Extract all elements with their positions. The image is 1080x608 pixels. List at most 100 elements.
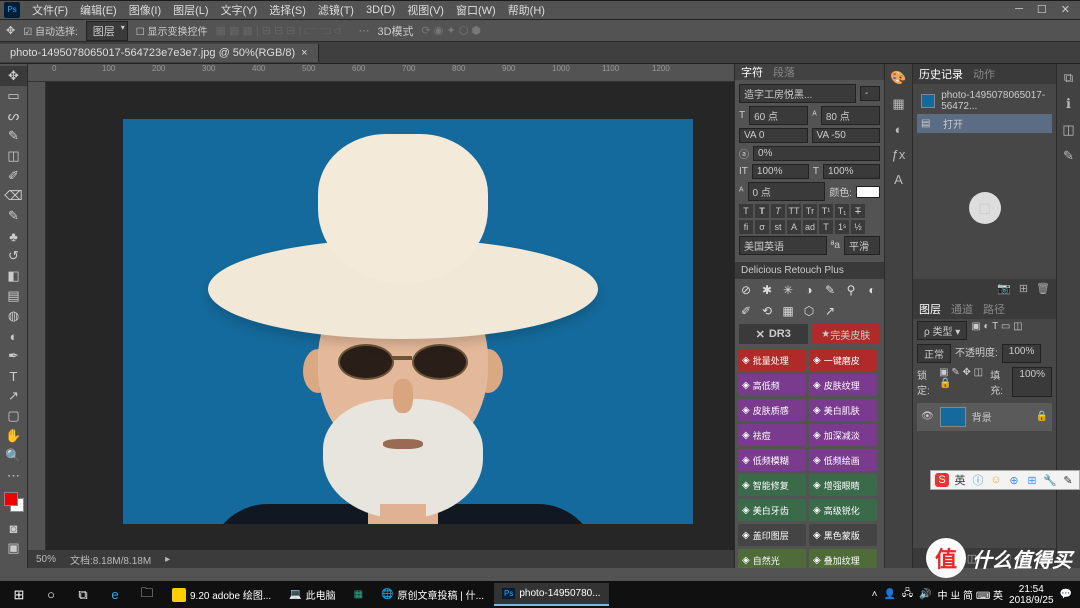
- styles-panel-icon[interactable]: ƒx: [892, 147, 906, 162]
- history-tab[interactable]: 历史记录: [919, 66, 963, 82]
- taskbar-item[interactable]: ▦: [346, 583, 371, 606]
- show-transform-checkbox[interactable]: ☐ 显示变换控件: [136, 23, 208, 38]
- ime-keyboard-icon[interactable]: ⊞: [1025, 473, 1039, 487]
- menu-edit[interactable]: 编辑(E): [74, 2, 123, 18]
- channels-tab[interactable]: 通道: [951, 301, 973, 317]
- delete-icon[interactable]: 🗑: [1036, 282, 1050, 295]
- edit-toolbar-icon[interactable]: ⋯: [0, 466, 27, 486]
- ime-lang-icon[interactable]: 英: [953, 473, 967, 487]
- move-tool[interactable]: ✥: [0, 66, 27, 86]
- taskview-button[interactable]: ⧉: [68, 583, 98, 606]
- dr3-action-button[interactable]: ◈低频绘画: [809, 449, 877, 471]
- tray-ime[interactable]: 中 ㄓ 简 ⌨ 英: [938, 587, 1004, 602]
- foreground-color-preview[interactable]: ◻: [969, 192, 1001, 224]
- layer-row[interactable]: 👁 背景 🔒: [917, 403, 1052, 431]
- dr3-action-button[interactable]: ◈黑色蒙版: [809, 524, 877, 546]
- snapshot-icon[interactable]: 📷: [997, 282, 1011, 295]
- document-tab-close-icon[interactable]: ×: [301, 47, 307, 59]
- quickmask-tool[interactable]: ◙: [0, 518, 27, 538]
- taskbar-item[interactable]: 💻此电脑: [281, 583, 343, 606]
- dr3-action-button[interactable]: ◈智能修复: [738, 474, 806, 496]
- window-minimize-icon[interactable]: ─: [1015, 3, 1023, 16]
- dr3-action-button[interactable]: ◈自然光: [738, 549, 806, 568]
- dr3-icon[interactable]: ✱: [760, 283, 774, 297]
- dr3-action-button[interactable]: ◈高低频: [738, 374, 806, 396]
- menu-select[interactable]: 选择(S): [263, 2, 312, 18]
- dr3-action-button[interactable]: ◈批量处理: [738, 349, 806, 371]
- aa-select[interactable]: 平滑: [844, 236, 880, 255]
- blur-tool[interactable]: ◍: [0, 306, 27, 326]
- dr3-icon[interactable]: ⬡: [802, 304, 816, 318]
- eraser-tool[interactable]: ◧: [0, 266, 27, 286]
- font-family-select[interactable]: 造字工房悦黑...: [739, 84, 856, 103]
- info-icon[interactable]: ℹ: [1066, 96, 1071, 112]
- dr3-action-button[interactable]: ◈美白肌肤: [809, 399, 877, 421]
- paths-tab[interactable]: 路径: [983, 301, 1005, 317]
- paragraph-tab[interactable]: 段落: [773, 64, 795, 80]
- dr3-action-button[interactable]: ◈祛痘: [738, 424, 806, 446]
- healing-tool[interactable]: ⌫: [0, 186, 27, 206]
- hand-tool[interactable]: ✋: [0, 426, 27, 446]
- font-size-field[interactable]: 60 点: [749, 106, 808, 125]
- font-style-select[interactable]: -: [860, 86, 880, 101]
- dr3-perfect-skin-button[interactable]: ★ 完美皮肤: [812, 324, 881, 344]
- fg-color-swatch[interactable]: [4, 492, 18, 506]
- dr3-action-button[interactable]: ◈叠加纹理: [809, 549, 877, 568]
- auto-select-checkbox[interactable]: ☑ 自动选择:: [23, 23, 78, 38]
- history-snapshot-thumb[interactable]: [921, 94, 935, 108]
- swatches-panel-icon[interactable]: ▦: [892, 96, 904, 112]
- fill-field[interactable]: 100%: [1012, 367, 1052, 397]
- canvas[interactable]: [123, 119, 693, 524]
- lang-select[interactable]: 美国英语: [739, 236, 827, 255]
- text-color-swatch[interactable]: [856, 186, 880, 198]
- dodge-tool[interactable]: ◐: [0, 326, 27, 346]
- dr3-action-button[interactable]: ◈一键磨皮: [809, 349, 877, 371]
- layers-tab[interactable]: 图层: [919, 301, 941, 317]
- tray-time[interactable]: 21:54: [1009, 584, 1054, 595]
- taskbar-item[interactable]: 9.20 adobe 绘图...: [164, 583, 279, 606]
- ime-emoji-icon[interactable]: ☺: [989, 473, 1003, 487]
- menu-filter[interactable]: 滤镜(T): [312, 2, 360, 18]
- tray-network-icon[interactable]: 🖧: [902, 586, 913, 603]
- start-button[interactable]: ⊞: [4, 583, 34, 606]
- ime-info-icon[interactable]: ⓘ: [971, 473, 985, 487]
- history-step[interactable]: ▤打开: [917, 114, 1052, 133]
- explorer-button[interactable]: 🗀: [132, 583, 162, 606]
- dr3-action-button[interactable]: ◈增强眼睛: [809, 474, 877, 496]
- history-brush-tool[interactable]: ↺: [0, 246, 27, 266]
- va-field[interactable]: VA 0: [739, 128, 808, 143]
- glyphs-panel-icon[interactable]: A: [894, 172, 903, 187]
- stamp-tool[interactable]: ♣: [0, 226, 27, 246]
- new-snapshot-icon[interactable]: ⊞: [1019, 282, 1028, 295]
- ime-voice-icon[interactable]: ⊕: [1007, 473, 1021, 487]
- crop-tool[interactable]: ◫: [0, 146, 27, 166]
- dr3-icon[interactable]: ◑: [802, 283, 816, 297]
- shape-tool[interactable]: ▢: [0, 406, 27, 426]
- menu-file[interactable]: 文件(F): [26, 2, 74, 18]
- ime-skin-icon[interactable]: ✎: [1061, 473, 1075, 487]
- dr3-icon[interactable]: ✳: [781, 283, 795, 297]
- dr3-action-button[interactable]: ◈盖印图层: [738, 524, 806, 546]
- window-maximize-icon[interactable]: ☐: [1037, 3, 1047, 16]
- actions-tab[interactable]: 动作: [973, 66, 995, 82]
- dr3-icon[interactable]: ↗: [823, 304, 837, 318]
- cortana-button[interactable]: ○: [36, 583, 66, 606]
- document-tab[interactable]: photo-1495078065017-564723e7e3e7.jpg @ 5…: [0, 44, 319, 62]
- blend-mode-select[interactable]: 正常: [917, 344, 951, 363]
- dr3-action-button[interactable]: ◈高级锐化: [809, 499, 877, 521]
- tray-notifications-icon[interactable]: 💬: [1060, 589, 1072, 600]
- layer-filter-select[interactable]: ρ 类型 ▾: [917, 321, 967, 340]
- dr3-action-button[interactable]: ◈皮肤质感: [738, 399, 806, 421]
- adjustments-panel-icon[interactable]: ◐: [895, 122, 903, 137]
- quick-select-tool[interactable]: ✎: [0, 126, 27, 146]
- opacity-field[interactable]: 100%: [1002, 344, 1042, 363]
- layer-thumbnail[interactable]: [940, 407, 966, 427]
- marquee-tool[interactable]: ▭: [0, 86, 27, 106]
- color-panel-icon[interactable]: 🎨: [890, 70, 906, 86]
- dr3-icon[interactable]: ✎: [823, 283, 837, 297]
- menu-type[interactable]: 文字(Y): [215, 2, 264, 18]
- dr3-icon[interactable]: ◐: [865, 283, 879, 297]
- taskbar-item[interactable]: 🌐原创文章投稿 | 什...: [373, 583, 492, 606]
- window-close-icon[interactable]: ✕: [1061, 3, 1070, 16]
- tray-people-icon[interactable]: 👤: [883, 589, 895, 600]
